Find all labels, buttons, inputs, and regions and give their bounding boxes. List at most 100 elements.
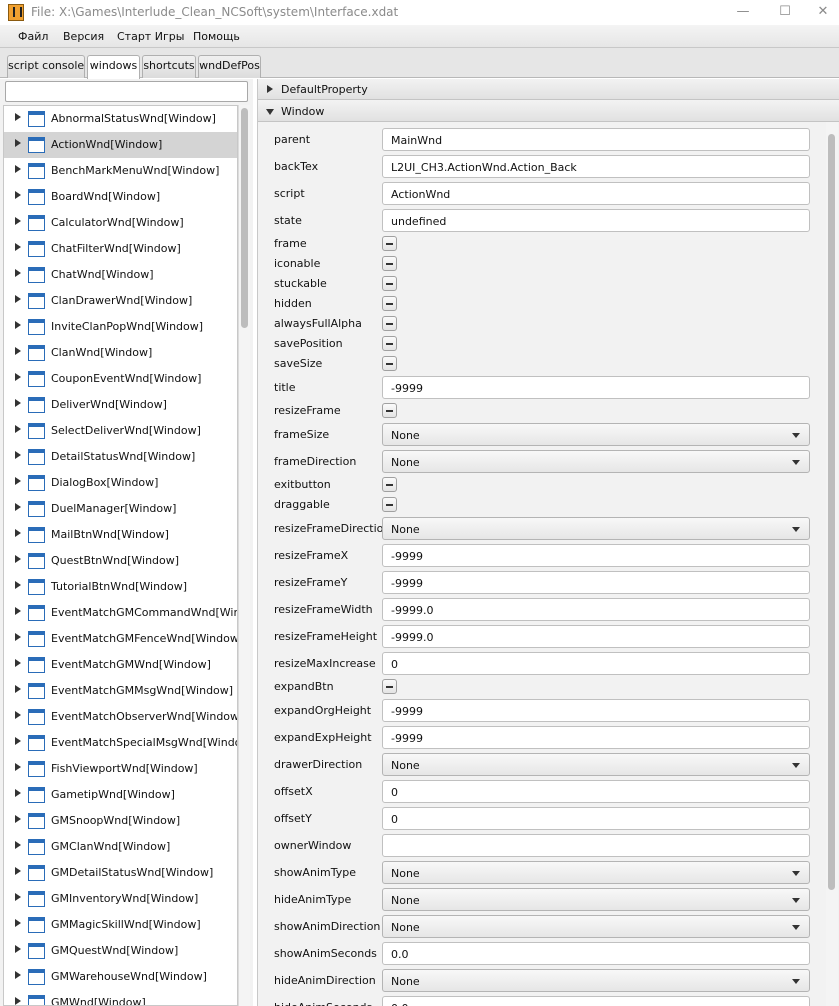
- expand-arrow-icon[interactable]: [15, 971, 21, 979]
- property-text-field[interactable]: -9999: [382, 699, 810, 722]
- expand-arrow-icon[interactable]: [15, 425, 21, 433]
- tree-item[interactable]: GMQuestWnd[Window]: [4, 938, 237, 964]
- expand-arrow-icon[interactable]: [15, 217, 21, 225]
- minimize-button[interactable]: —: [720, 0, 766, 25]
- expand-arrow-icon[interactable]: [15, 867, 21, 875]
- property-text-field[interactable]: -9999: [382, 544, 810, 567]
- tree-item[interactable]: GMMagicSkillWnd[Window]: [4, 912, 237, 938]
- filter-input[interactable]: [5, 81, 248, 102]
- tree-item[interactable]: TutorialBtnWnd[Window]: [4, 574, 237, 600]
- property-checkbox[interactable]: [382, 256, 397, 271]
- property-text-field[interactable]: ActionWnd: [382, 182, 810, 205]
- tree-item[interactable]: FishViewportWnd[Window]: [4, 756, 237, 782]
- property-checkbox[interactable]: [382, 276, 397, 291]
- property-text-field[interactable]: 0: [382, 807, 810, 830]
- property-text-field[interactable]: 0.0: [382, 942, 810, 965]
- tree-item[interactable]: ChatWnd[Window]: [4, 262, 237, 288]
- tree-scroll-thumb[interactable]: [241, 108, 248, 328]
- tree-item[interactable]: BoardWnd[Window]: [4, 184, 237, 210]
- expand-arrow-icon[interactable]: [15, 347, 21, 355]
- properties-scrollbar[interactable]: [826, 122, 838, 1006]
- section-default-property[interactable]: DefaultProperty: [258, 79, 839, 100]
- expand-arrow-icon[interactable]: [15, 269, 21, 277]
- property-checkbox[interactable]: [382, 497, 397, 512]
- tree-item[interactable]: EventMatchGMMsgWnd[Window]: [4, 678, 237, 704]
- expand-arrow-icon[interactable]: [15, 711, 21, 719]
- expand-arrow-icon[interactable]: [15, 503, 21, 511]
- expand-arrow-icon[interactable]: [15, 139, 21, 147]
- property-text-field[interactable]: -9999: [382, 376, 810, 399]
- tree-item[interactable]: EventMatchGMWnd[Window]: [4, 652, 237, 678]
- tree-item[interactable]: EventMatchGMCommandWnd[Window: [4, 600, 237, 626]
- property-checkbox[interactable]: [382, 477, 397, 492]
- tree-item[interactable]: GMWnd[Window]: [4, 990, 237, 1005]
- expand-arrow-icon[interactable]: [15, 919, 21, 927]
- close-button[interactable]: ✕: [800, 0, 839, 25]
- tree-scrollbar[interactable]: [238, 105, 250, 1006]
- property-text-field[interactable]: -9999.0: [382, 598, 810, 621]
- property-checkbox[interactable]: [382, 356, 397, 371]
- expand-arrow-icon[interactable]: [15, 399, 21, 407]
- expand-arrow-icon[interactable]: [15, 945, 21, 953]
- tab-shortcuts[interactable]: shortcuts: [142, 55, 196, 78]
- property-text-field[interactable]: undefined: [382, 209, 810, 232]
- expand-arrow-icon[interactable]: [15, 737, 21, 745]
- property-text-field[interactable]: 0: [382, 652, 810, 675]
- property-text-field[interactable]: MainWnd: [382, 128, 810, 151]
- tree-item[interactable]: GametipWnd[Window]: [4, 782, 237, 808]
- tab-wnddefpos[interactable]: wndDefPos: [198, 55, 261, 78]
- tree-item[interactable]: ChatFilterWnd[Window]: [4, 236, 237, 262]
- property-text-field[interactable]: 0: [382, 780, 810, 803]
- property-text-field[interactable]: 0.0: [382, 996, 810, 1006]
- tree-item[interactable]: AbnormalStatusWnd[Window]: [4, 106, 237, 132]
- property-text-field[interactable]: L2UI_CH3.ActionWnd.Action_Back: [382, 155, 810, 178]
- tree-item[interactable]: ClanWnd[Window]: [4, 340, 237, 366]
- tree-item[interactable]: QuestBtnWnd[Window]: [4, 548, 237, 574]
- expand-arrow-icon[interactable]: [15, 321, 21, 329]
- expand-arrow-icon[interactable]: [15, 685, 21, 693]
- property-dropdown[interactable]: None: [382, 915, 810, 938]
- property-dropdown[interactable]: None: [382, 450, 810, 473]
- expand-arrow-icon[interactable]: [15, 451, 21, 459]
- tree-item[interactable]: SelectDeliverWnd[Window]: [4, 418, 237, 444]
- property-checkbox[interactable]: [382, 336, 397, 351]
- tree-item[interactable]: GMWarehouseWnd[Window]: [4, 964, 237, 990]
- expand-arrow-icon[interactable]: [15, 763, 21, 771]
- expand-arrow-icon[interactable]: [15, 659, 21, 667]
- property-text-field[interactable]: -9999.0: [382, 625, 810, 648]
- property-text-field[interactable]: -9999: [382, 726, 810, 749]
- tree-item[interactable]: ActionWnd[Window]: [4, 132, 237, 158]
- expand-arrow-icon[interactable]: [15, 581, 21, 589]
- tree-item[interactable]: BenchMarkMenuWnd[Window]: [4, 158, 237, 184]
- property-dropdown[interactable]: None: [382, 861, 810, 884]
- tab-script-console[interactable]: script console: [7, 55, 85, 78]
- tree-item[interactable]: DuelManager[Window]: [4, 496, 237, 522]
- expand-arrow-icon[interactable]: [15, 529, 21, 537]
- tree-item[interactable]: EventMatchGMFenceWnd[Window]: [4, 626, 237, 652]
- expand-arrow-icon[interactable]: [15, 165, 21, 173]
- window-tree[interactable]: AbnormalStatusWnd[Window] ActionWnd[Windo…: [3, 105, 238, 1006]
- title-bar[interactable]: File: X:\Games\Interlude_Clean_NCSoft\sy…: [0, 0, 839, 25]
- expand-arrow-icon[interactable]: [15, 997, 21, 1005]
- section-window[interactable]: Window: [258, 101, 839, 122]
- tab-windows[interactable]: windows: [87, 55, 140, 79]
- property-dropdown[interactable]: None: [382, 753, 810, 776]
- property-dropdown[interactable]: None: [382, 517, 810, 540]
- expand-arrow-icon[interactable]: [15, 841, 21, 849]
- tree-item[interactable]: DialogBox[Window]: [4, 470, 237, 496]
- tree-item[interactable]: DetailStatusWnd[Window]: [4, 444, 237, 470]
- expand-arrow-icon[interactable]: [15, 633, 21, 641]
- property-checkbox[interactable]: [382, 403, 397, 418]
- property-dropdown[interactable]: None: [382, 969, 810, 992]
- menu-start-game[interactable]: Старт Игры: [117, 30, 184, 43]
- expand-arrow-icon[interactable]: [15, 243, 21, 251]
- tree-item[interactable]: GMClanWnd[Window]: [4, 834, 237, 860]
- property-dropdown[interactable]: None: [382, 423, 810, 446]
- expand-arrow-icon[interactable]: [15, 373, 21, 381]
- expand-arrow-icon[interactable]: [15, 477, 21, 485]
- property-checkbox[interactable]: [382, 679, 397, 694]
- properties-scroll-thumb[interactable]: [828, 134, 835, 890]
- expand-arrow-icon[interactable]: [15, 113, 21, 121]
- property-checkbox[interactable]: [382, 236, 397, 251]
- expand-arrow-icon[interactable]: [15, 893, 21, 901]
